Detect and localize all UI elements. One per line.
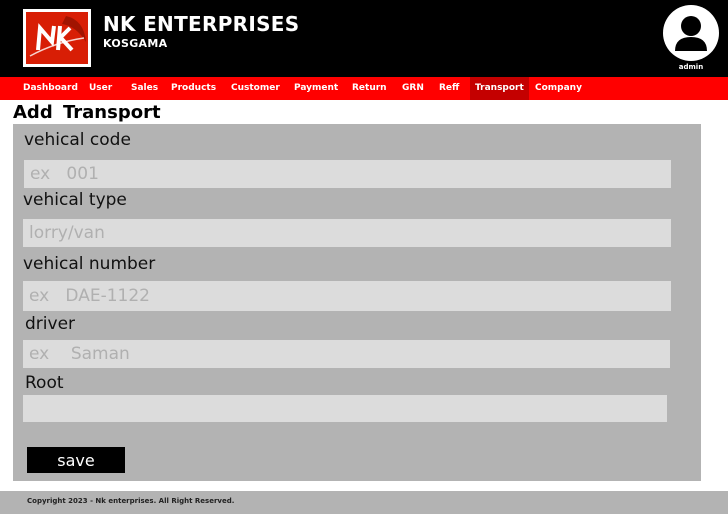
page-footer: Copyright 2023 - Nk enterprises. All Rig… [0,491,728,514]
page-title: Add Transport [13,102,161,123]
nav-item-transport[interactable]: Transport [470,77,529,100]
vehicle-number-input[interactable] [23,281,671,311]
nk-logo-icon [26,12,88,64]
copyright-text: Copyright 2023 - Nk enterprises. All Rig… [27,497,235,505]
driver-label: driver [25,314,76,334]
nav-item-return[interactable]: Return [347,77,392,100]
company-location: KOSGAMA [103,37,168,50]
main-nav: Dashboard User Sales Products Customer P… [0,77,728,100]
nav-item-user[interactable]: User [84,77,117,100]
nav-item-reff[interactable]: Reff [434,77,464,100]
root-label: Root [25,373,64,393]
transport-form: vehical code vehical type vehical number… [13,124,701,481]
user-avatar-icon[interactable] [663,5,719,61]
nav-item-payment[interactable]: Payment [289,77,343,100]
nav-item-customer[interactable]: Customer [226,77,285,100]
nav-item-sales[interactable]: Sales [126,77,163,100]
brand-block: NK ENTERPRISES KOSGAMA [103,12,299,51]
vehicle-code-input[interactable] [24,160,671,188]
root-input[interactable] [23,395,667,422]
company-name: NK ENTERPRISES [103,12,300,36]
nav-item-company[interactable]: Company [530,77,587,100]
company-logo[interactable] [23,9,91,67]
save-button[interactable]: save [27,447,125,473]
vehicle-type-label: vehical type [23,190,127,210]
driver-input[interactable] [23,340,670,368]
app-header: NK ENTERPRISES KOSGAMA admin [0,0,728,77]
nav-item-grn[interactable]: GRN [397,77,429,100]
nav-item-dashboard[interactable]: Dashboard [18,77,83,100]
vehicle-code-label: vehical code [24,130,131,150]
vehicle-number-label: vehical number [23,254,156,274]
nav-item-products[interactable]: Products [166,77,221,100]
user-name-label: admin [678,63,704,71]
vehicle-type-input[interactable] [23,219,671,247]
